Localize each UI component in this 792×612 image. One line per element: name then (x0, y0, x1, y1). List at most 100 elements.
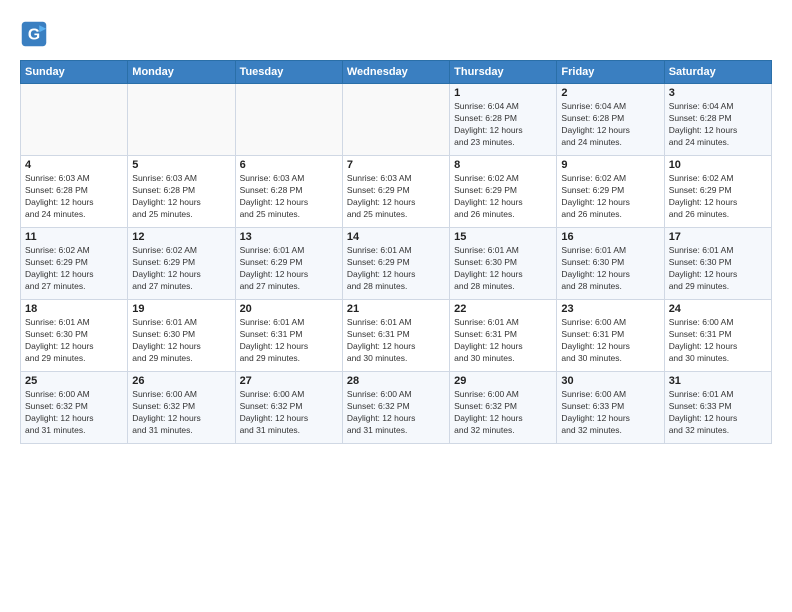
day-info: Sunrise: 6:00 AM Sunset: 6:32 PM Dayligh… (347, 389, 445, 437)
day-cell: 5 Sunrise: 6:03 AM Sunset: 6:28 PM Daylig… (128, 156, 235, 228)
day-number: 12 (132, 231, 230, 243)
day-number: 14 (347, 231, 445, 243)
day-info: Sunrise: 6:00 AM Sunset: 6:32 PM Dayligh… (240, 389, 338, 437)
day-info: Sunrise: 6:01 AM Sunset: 6:30 PM Dayligh… (132, 317, 230, 365)
day-cell: 18 Sunrise: 6:01 AM Sunset: 6:30 PM Dayli… (21, 300, 128, 372)
day-cell: 12 Sunrise: 6:02 AM Sunset: 6:29 PM Dayli… (128, 228, 235, 300)
day-info: Sunrise: 6:00 AM Sunset: 6:32 PM Dayligh… (25, 389, 123, 437)
svg-text:G: G (28, 26, 40, 43)
day-number: 13 (240, 231, 338, 243)
day-info: Sunrise: 6:02 AM Sunset: 6:29 PM Dayligh… (561, 173, 659, 221)
day-info: Sunrise: 6:04 AM Sunset: 6:28 PM Dayligh… (454, 101, 552, 149)
day-cell: 28 Sunrise: 6:00 AM Sunset: 6:32 PM Dayli… (342, 372, 449, 444)
day-number: 26 (132, 375, 230, 387)
logo-icon: G (20, 20, 48, 48)
week-row-1: 1Sunrise: 6:04 AM Sunset: 6:28 PM Daylig… (21, 84, 772, 156)
day-info: Sunrise: 6:03 AM Sunset: 6:28 PM Dayligh… (132, 173, 230, 221)
day-cell: 2 Sunrise: 6:04 AM Sunset: 6:28 PM Daylig… (557, 84, 664, 156)
day-number: 8 (454, 159, 552, 171)
day-cell: 19 Sunrise: 6:01 AM Sunset: 6:30 PM Dayli… (128, 300, 235, 372)
day-info: Sunrise: 6:00 AM Sunset: 6:32 PM Dayligh… (454, 389, 552, 437)
day-info: Sunrise: 6:03 AM Sunset: 6:28 PM Dayligh… (25, 173, 123, 221)
day-info: Sunrise: 6:01 AM Sunset: 6:29 PM Dayligh… (347, 245, 445, 293)
day-cell: 26 Sunrise: 6:00 AM Sunset: 6:32 PM Dayli… (128, 372, 235, 444)
week-row-4: 18 Sunrise: 6:01 AM Sunset: 6:30 PM Dayli… (21, 300, 772, 372)
logo: G (20, 20, 52, 48)
day-number: 27 (240, 375, 338, 387)
day-cell: 13 Sunrise: 6:01 AM Sunset: 6:29 PM Dayli… (235, 228, 342, 300)
day-number: 6 (240, 159, 338, 171)
day-header-tuesday: Tuesday (235, 61, 342, 84)
day-number: 28 (347, 375, 445, 387)
day-info: Sunrise: 6:00 AM Sunset: 6:32 PM Dayligh… (132, 389, 230, 437)
day-cell: 10Sunrise: 6:02 AM Sunset: 6:29 PM Dayli… (664, 156, 771, 228)
day-number: 18 (25, 303, 123, 315)
day-header-wednesday: Wednesday (342, 61, 449, 84)
week-row-3: 11 Sunrise: 6:02 AM Sunset: 6:29 PM Dayli… (21, 228, 772, 300)
day-cell: 8 Sunrise: 6:02 AM Sunset: 6:29 PM Daylig… (450, 156, 557, 228)
day-number: 10 (669, 159, 767, 171)
day-cell: 17Sunrise: 6:01 AM Sunset: 6:30 PM Dayli… (664, 228, 771, 300)
header: G (20, 20, 772, 48)
day-cell: 27 Sunrise: 6:00 AM Sunset: 6:32 PM Dayli… (235, 372, 342, 444)
day-number: 15 (454, 231, 552, 243)
day-number: 17 (669, 231, 767, 243)
day-info: Sunrise: 6:00 AM Sunset: 6:33 PM Dayligh… (561, 389, 659, 437)
day-number: 5 (132, 159, 230, 171)
day-cell (21, 84, 128, 156)
day-cell: 14 Sunrise: 6:01 AM Sunset: 6:29 PM Dayli… (342, 228, 449, 300)
day-info: Sunrise: 6:02 AM Sunset: 6:29 PM Dayligh… (454, 173, 552, 221)
day-number: 2 (561, 87, 659, 99)
day-header-saturday: Saturday (664, 61, 771, 84)
day-number: 22 (454, 303, 552, 315)
day-info: Sunrise: 6:03 AM Sunset: 6:28 PM Dayligh… (240, 173, 338, 221)
day-cell: 15Sunrise: 6:01 AM Sunset: 6:30 PM Dayli… (450, 228, 557, 300)
day-number: 24 (669, 303, 767, 315)
day-number: 23 (561, 303, 659, 315)
day-number: 29 (454, 375, 552, 387)
day-cell: 6 Sunrise: 6:03 AM Sunset: 6:28 PM Daylig… (235, 156, 342, 228)
day-info: Sunrise: 6:04 AM Sunset: 6:28 PM Dayligh… (561, 101, 659, 149)
day-cell: 7 Sunrise: 6:03 AM Sunset: 6:29 PM Daylig… (342, 156, 449, 228)
day-number: 31 (669, 375, 767, 387)
day-header-friday: Friday (557, 61, 664, 84)
day-info: Sunrise: 6:01 AM Sunset: 6:33 PM Dayligh… (669, 389, 767, 437)
day-number: 4 (25, 159, 123, 171)
day-cell: 20Sunrise: 6:01 AM Sunset: 6:31 PM Dayli… (235, 300, 342, 372)
day-info: Sunrise: 6:01 AM Sunset: 6:29 PM Dayligh… (240, 245, 338, 293)
day-cell: 16Sunrise: 6:01 AM Sunset: 6:30 PM Dayli… (557, 228, 664, 300)
week-row-2: 4 Sunrise: 6:03 AM Sunset: 6:28 PM Daylig… (21, 156, 772, 228)
day-header-thursday: Thursday (450, 61, 557, 84)
day-cell: 1Sunrise: 6:04 AM Sunset: 6:28 PM Daylig… (450, 84, 557, 156)
day-cell (128, 84, 235, 156)
day-info: Sunrise: 6:01 AM Sunset: 6:31 PM Dayligh… (240, 317, 338, 365)
day-cell: 23 Sunrise: 6:00 AM Sunset: 6:31 PM Dayli… (557, 300, 664, 372)
day-number: 21 (347, 303, 445, 315)
day-info: Sunrise: 6:03 AM Sunset: 6:29 PM Dayligh… (347, 173, 445, 221)
day-cell (342, 84, 449, 156)
day-cell (235, 84, 342, 156)
day-info: Sunrise: 6:00 AM Sunset: 6:31 PM Dayligh… (669, 317, 767, 365)
day-number: 19 (132, 303, 230, 315)
day-header-sunday: Sunday (21, 61, 128, 84)
day-info: Sunrise: 6:02 AM Sunset: 6:29 PM Dayligh… (25, 245, 123, 293)
day-cell: 29 Sunrise: 6:00 AM Sunset: 6:32 PM Dayli… (450, 372, 557, 444)
day-info: Sunrise: 6:00 AM Sunset: 6:31 PM Dayligh… (561, 317, 659, 365)
day-number: 30 (561, 375, 659, 387)
day-cell: 24 Sunrise: 6:00 AM Sunset: 6:31 PM Dayli… (664, 300, 771, 372)
calendar-table: SundayMondayTuesdayWednesdayThursdayFrid… (20, 60, 772, 444)
header-row: SundayMondayTuesdayWednesdayThursdayFrid… (21, 61, 772, 84)
week-row-5: 25Sunrise: 6:00 AM Sunset: 6:32 PM Dayli… (21, 372, 772, 444)
calendar-page: G SundayMondayTuesdayWednesdayThursdayFr… (0, 0, 792, 612)
day-info: Sunrise: 6:04 AM Sunset: 6:28 PM Dayligh… (669, 101, 767, 149)
day-cell: 21Sunrise: 6:01 AM Sunset: 6:31 PM Dayli… (342, 300, 449, 372)
day-cell: 11 Sunrise: 6:02 AM Sunset: 6:29 PM Dayli… (21, 228, 128, 300)
day-cell: 4 Sunrise: 6:03 AM Sunset: 6:28 PM Daylig… (21, 156, 128, 228)
day-number: 11 (25, 231, 123, 243)
day-info: Sunrise: 6:01 AM Sunset: 6:30 PM Dayligh… (25, 317, 123, 365)
day-number: 9 (561, 159, 659, 171)
day-number: 7 (347, 159, 445, 171)
day-cell: 22Sunrise: 6:01 AM Sunset: 6:31 PM Dayli… (450, 300, 557, 372)
day-info: Sunrise: 6:02 AM Sunset: 6:29 PM Dayligh… (132, 245, 230, 293)
day-cell: 31 Sunrise: 6:01 AM Sunset: 6:33 PM Dayli… (664, 372, 771, 444)
